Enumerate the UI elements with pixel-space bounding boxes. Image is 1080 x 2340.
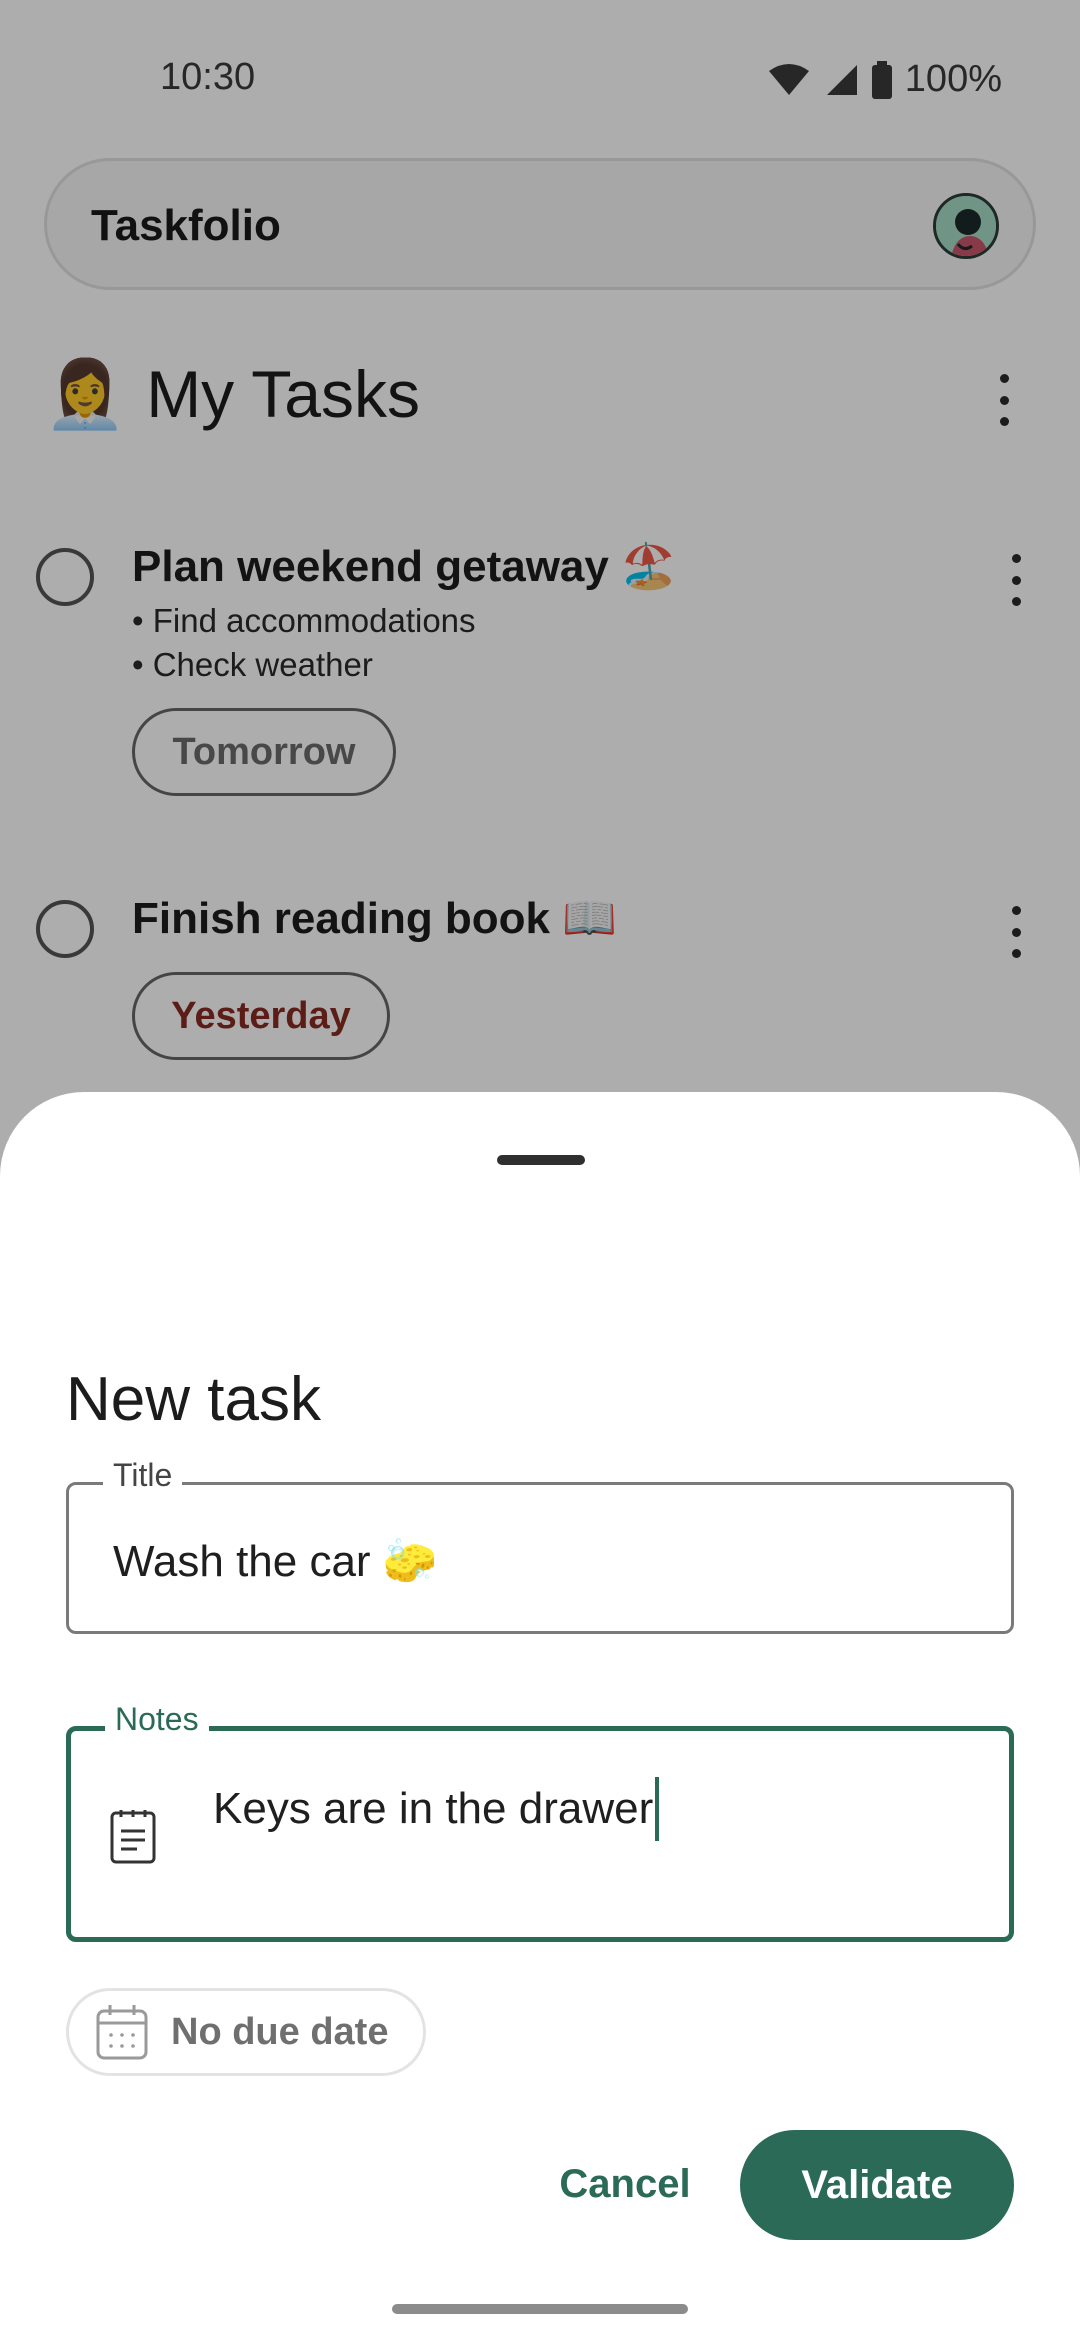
drag-handle[interactable] [497, 1155, 585, 1165]
sheet-title: New task [66, 1365, 321, 1434]
due-date-label: No due date [171, 2010, 389, 2053]
title-field[interactable]: Title Wash the car 🧽 [66, 1457, 1014, 1634]
home-indicator[interactable] [392, 2304, 688, 2314]
notes-field-label: Notes [105, 1701, 209, 1738]
due-date-chip[interactable]: No due date [66, 1988, 426, 2076]
validate-button[interactable]: Validate [740, 2130, 1014, 2240]
notes-icon [110, 1810, 156, 1864]
notes-field[interactable]: Notes Keys are in the drawer [66, 1701, 1014, 1942]
notes-field-input[interactable]: Keys are in the drawer [213, 1777, 660, 1841]
text-cursor [655, 1777, 660, 1841]
title-field-value[interactable]: Wash the car 🧽 [113, 1535, 438, 1587]
title-field-label: Title [103, 1457, 183, 1494]
notes-field-value: Keys are in the drawer [213, 1784, 654, 1833]
calendar-icon [96, 2005, 148, 2060]
cancel-button[interactable]: Cancel [540, 2134, 710, 2234]
new-task-bottom-sheet: New task Title Wash the car 🧽 Notes Keys… [0, 1092, 1080, 2340]
